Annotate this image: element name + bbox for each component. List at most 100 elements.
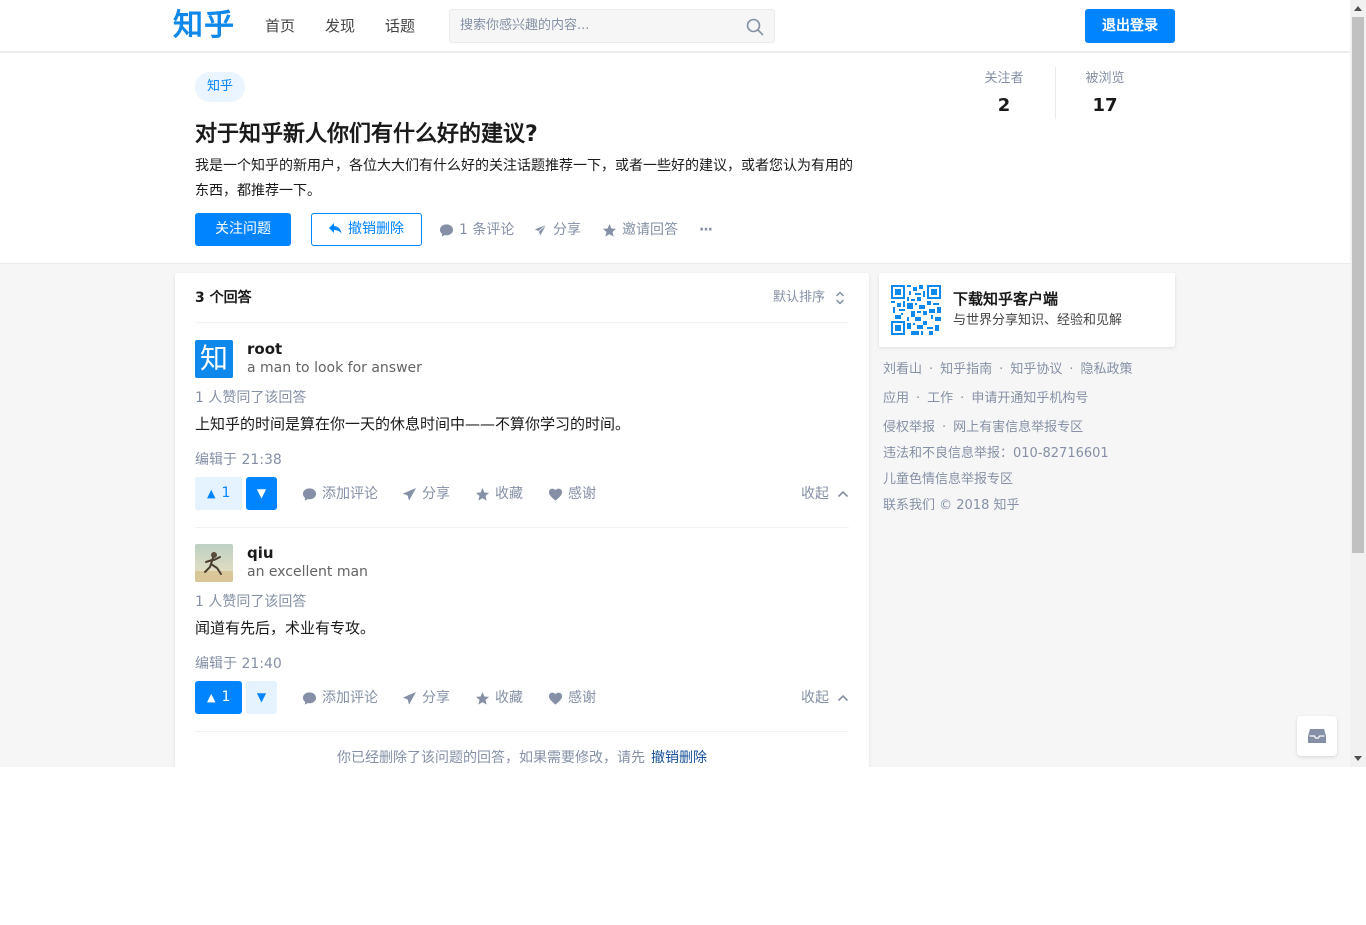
upvote-triangle-icon: ▲ bbox=[207, 691, 216, 704]
question-share-button[interactable]: 分享 bbox=[533, 221, 581, 239]
logout-button[interactable]: 退出登录 bbox=[1085, 9, 1175, 43]
download-app-card[interactable]: 下载知乎客户端 与世界分享知识、经验和见解 bbox=[879, 273, 1175, 347]
vote-count-text[interactable]: 1 人赞同了该回答 bbox=[195, 592, 306, 612]
footer-links-row: 刘看山 · 知乎指南 · 知乎协议 · 隐私政策 bbox=[883, 362, 1133, 377]
answer-divider bbox=[195, 527, 849, 528]
browser-viewport: 知乎 首页 发现 话题 搜索你感兴趣的内容... 退出登录 知乎 对于知乎新人你… bbox=[0, 0, 1350, 767]
thanks-button[interactable]: 感谢 bbox=[548, 689, 596, 707]
answer-divider bbox=[195, 731, 849, 732]
qr-code-icon bbox=[891, 285, 941, 335]
share-icon bbox=[533, 222, 548, 238]
follow-question-button[interactable]: 关注问题 bbox=[195, 213, 291, 246]
footer-link[interactable]: 侵权举报 bbox=[883, 420, 935, 435]
collect-button[interactable]: 收藏 bbox=[475, 689, 523, 707]
views-label: 被浏览 bbox=[1085, 71, 1125, 86]
downvote-triangle-icon: ▼ bbox=[256, 486, 267, 500]
share-button[interactable]: 分享 bbox=[402, 485, 450, 503]
avatar[interactable] bbox=[195, 544, 233, 582]
collapse-label: 收起 bbox=[801, 690, 829, 706]
heart-icon bbox=[548, 488, 563, 501]
question-comment-button[interactable]: 1 条评论 bbox=[439, 221, 514, 239]
comment-icon bbox=[302, 691, 317, 705]
footer-report-hotline[interactable]: 违法和不良信息举报：010-82716601 bbox=[883, 445, 1109, 463]
downvote-button[interactable]: ▼ bbox=[246, 477, 277, 510]
views-stat: 被浏览 17 bbox=[1055, 70, 1155, 121]
undo-delete-link[interactable]: 撤销删除 bbox=[651, 750, 707, 766]
question-detail: 我是一个知乎的新用户，各位大大们有什么好的关注话题推荐一下，或者一些好的建议，或… bbox=[195, 158, 853, 199]
upvote-button[interactable]: ▲ 1 bbox=[195, 477, 243, 510]
author-name[interactable]: qiu bbox=[247, 542, 274, 564]
collect-button[interactable]: 收藏 bbox=[475, 485, 523, 503]
scroll-down-arrow-icon[interactable] bbox=[1354, 756, 1362, 761]
search-input[interactable]: 搜索你感兴趣的内容... bbox=[449, 9, 775, 43]
invite-answer-button[interactable]: 邀请回答 bbox=[602, 221, 678, 239]
footer-child-report[interactable]: 儿童色情信息举报专区 bbox=[883, 471, 1013, 489]
upvote-triangle-icon: ▲ bbox=[207, 487, 216, 500]
footer-link[interactable]: 知乎协议 bbox=[1010, 362, 1062, 377]
search-placeholder: 搜索你感兴趣的内容... bbox=[460, 18, 590, 33]
footer-link[interactable]: 网上有害信息举报专区 bbox=[953, 420, 1083, 435]
footer-link[interactable]: 刘看山 bbox=[883, 362, 922, 377]
author-headline: an excellent man bbox=[247, 564, 368, 580]
footer-copyright[interactable]: 联系我们 © 2018 知乎 bbox=[883, 497, 1019, 515]
upvote-button[interactable]: ▲ 1 bbox=[195, 681, 243, 714]
floating-inbox-button[interactable] bbox=[1297, 716, 1337, 756]
topic-tag[interactable]: 知乎 bbox=[195, 72, 246, 102]
undo-delete-button[interactable]: 撤销删除 bbox=[311, 213, 422, 246]
undo-arrow-icon bbox=[329, 223, 342, 234]
add-comment-button[interactable]: 添加评论 bbox=[302, 689, 378, 707]
comment-icon bbox=[439, 223, 454, 237]
thanks-label: 感谢 bbox=[568, 486, 596, 502]
collapse-button[interactable]: 收起 bbox=[801, 485, 849, 503]
question-title: 对于知乎新人你们有什么好的建议? bbox=[195, 122, 538, 147]
star-icon bbox=[602, 223, 617, 237]
question-header: 知乎 对于知乎新人你们有什么好的建议? 我是一个知乎的新用户，各位大大们有什么好… bbox=[0, 53, 1350, 264]
collect-label: 收藏 bbox=[495, 486, 523, 502]
followers-label: 关注者 bbox=[984, 71, 1024, 86]
add-comment-label: 添加评论 bbox=[322, 486, 378, 502]
more-options-button[interactable]: ··· bbox=[699, 221, 713, 239]
answer-count: 3 个回答 bbox=[195, 290, 252, 306]
sort-toggle[interactable]: 默认排序 bbox=[773, 289, 845, 307]
footer-link[interactable]: 申请开通知乎机构号 bbox=[971, 391, 1088, 406]
vertical-scrollbar[interactable] bbox=[1350, 0, 1366, 767]
downvote-button[interactable]: ▼ bbox=[246, 681, 277, 714]
footer-link[interactable]: 应用 bbox=[883, 391, 909, 406]
footer-link[interactable]: 知乎指南 bbox=[940, 362, 992, 377]
download-subtitle: 与世界分享知识、经验和见解 bbox=[953, 313, 1123, 328]
share-button[interactable]: 分享 bbox=[402, 689, 450, 707]
footer-link[interactable]: 工作 bbox=[927, 391, 953, 406]
author-name[interactable]: root bbox=[247, 338, 282, 360]
add-comment-button[interactable]: 添加评论 bbox=[302, 485, 378, 503]
thanks-label: 感谢 bbox=[568, 690, 596, 706]
nav-home[interactable]: 首页 bbox=[265, 16, 295, 36]
footer-links-row: 应用 · 工作 · 申请开通知乎机构号 bbox=[883, 391, 1089, 406]
scroll-up-arrow-icon[interactable] bbox=[1354, 6, 1362, 11]
thanks-button[interactable]: 感谢 bbox=[548, 485, 596, 503]
question-comment-label: 1 条评论 bbox=[459, 222, 515, 238]
nav-discover[interactable]: 发现 bbox=[325, 16, 355, 36]
edit-timestamp[interactable]: 编辑于 21:38 bbox=[195, 450, 282, 470]
scrollbar-thumb[interactable] bbox=[1352, 17, 1364, 553]
question-share-label: 分享 bbox=[553, 222, 581, 238]
collapse-button[interactable]: 收起 bbox=[801, 689, 849, 707]
invite-answer-label: 邀请回答 bbox=[622, 222, 678, 238]
download-title: 下载知乎客户端 bbox=[953, 290, 1059, 308]
heart-icon bbox=[548, 692, 563, 705]
comment-icon bbox=[302, 487, 317, 501]
search-icon[interactable] bbox=[746, 18, 764, 36]
nav-topics[interactable]: 话题 bbox=[385, 16, 415, 36]
author-headline: a man to look for answer bbox=[247, 360, 422, 376]
share-icon bbox=[402, 487, 417, 501]
upvote-count: 1 bbox=[221, 689, 231, 705]
edit-timestamp[interactable]: 编辑于 21:40 bbox=[195, 654, 282, 674]
upvote-count: 1 bbox=[221, 485, 231, 501]
vote-count-text[interactable]: 1 人赞同了该回答 bbox=[195, 388, 306, 408]
collapse-label: 收起 bbox=[801, 486, 829, 502]
footer-links-row: 侵权举报 · 网上有害信息举报专区 bbox=[883, 420, 1084, 435]
answer-list-header: 3 个回答 默认排序 bbox=[195, 273, 849, 323]
footer-link[interactable]: 隐私政策 bbox=[1080, 362, 1132, 377]
avatar[interactable]: 知 bbox=[195, 340, 233, 378]
share-icon bbox=[402, 691, 417, 705]
zhihu-logo[interactable]: 知乎 bbox=[173, 6, 235, 46]
